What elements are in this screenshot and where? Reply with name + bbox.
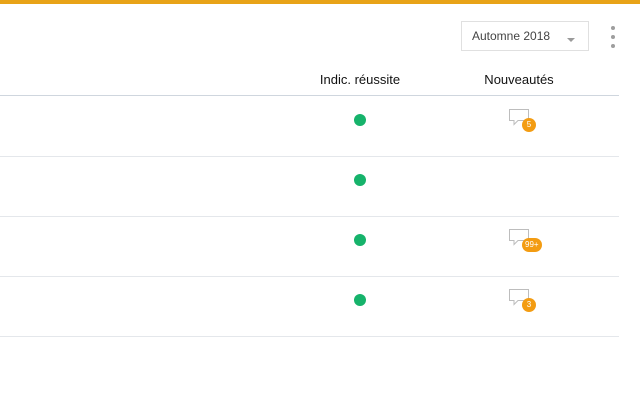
news-button[interactable]: 3 — [508, 288, 542, 312]
kebab-dot — [611, 44, 615, 48]
success-indicator-dot — [354, 114, 366, 126]
table-row[interactable]: 3 — [0, 276, 619, 337]
table-row[interactable]: 99+ — [0, 216, 619, 277]
success-indicator-dot — [354, 294, 366, 306]
news-count-badge: 5 — [522, 118, 536, 132]
kebab-dot — [611, 35, 615, 39]
kebab-dot — [611, 26, 615, 30]
news-button[interactable]: 5 — [508, 108, 542, 132]
more-vertical-icon[interactable] — [606, 26, 620, 48]
column-header-success: Indic. réussite — [319, 72, 401, 87]
table-row[interactable]: 5 — [0, 96, 619, 157]
success-indicator-dot — [354, 174, 366, 186]
term-select-value: Automne 2018 — [472, 29, 551, 43]
term-select[interactable]: Automne 2018 — [461, 21, 589, 51]
success-indicator-dot — [354, 234, 366, 246]
top-accent-bar — [0, 0, 640, 4]
column-header-news: Nouveautés — [484, 72, 554, 87]
caret-down-icon — [567, 38, 575, 42]
news-count-badge: 99+ — [522, 238, 542, 252]
table-header: Indic. réussite Nouveautés — [0, 64, 619, 96]
table-row[interactable] — [0, 156, 619, 217]
news-count-badge: 3 — [522, 298, 536, 312]
news-button[interactable]: 99+ — [508, 228, 542, 252]
